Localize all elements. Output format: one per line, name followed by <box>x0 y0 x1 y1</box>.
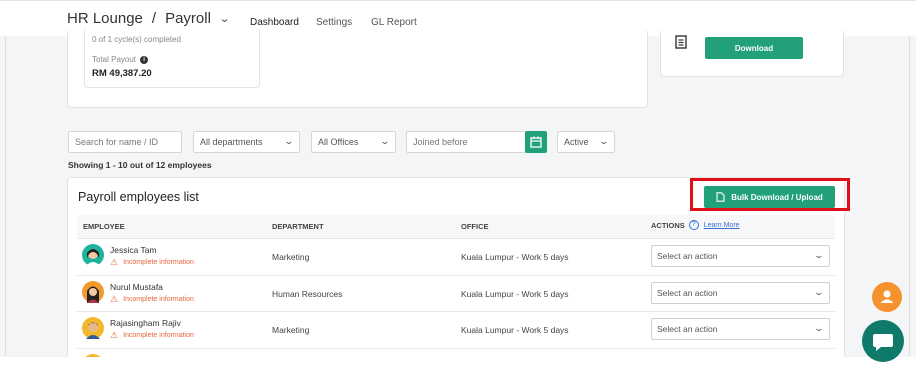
chat-fab[interactable] <box>862 320 904 362</box>
learn-more-link[interactable]: Learn More <box>704 222 740 229</box>
payout-summary-card: 0 of 1 cycle(s) completed Total Payout i… <box>84 29 260 88</box>
warning-icon: ⚠ <box>110 330 119 340</box>
department-select[interactable]: All departments ⌄ <box>193 131 300 153</box>
content-divider-left <box>5 36 6 356</box>
profile-fab[interactable] <box>872 282 902 312</box>
search-input[interactable]: Search for name / ID <box>68 131 182 153</box>
help-icon[interactable]: ? <box>688 220 699 230</box>
total-payout-label: Total Payout <box>92 55 137 64</box>
office-select[interactable]: All Offices ⌄ <box>311 131 396 153</box>
employee-department: Marketing <box>272 252 310 262</box>
highlight-box <box>690 178 850 211</box>
tab-dashboard[interactable]: Dashboard <box>250 17 299 28</box>
status-select[interactable]: Active ⌄ <box>557 131 615 153</box>
warning-icon: ⚠ <box>110 294 119 304</box>
download-button[interactable]: Download <box>705 37 803 59</box>
bottom-edge <box>0 357 916 369</box>
employee-office: Kuala Lumpur - Work 5 days <box>461 289 569 299</box>
avatar <box>82 281 104 303</box>
department-select-value: All departments <box>200 137 263 147</box>
action-select-value: Select an action <box>657 251 718 261</box>
chevron-down-icon: ⌄ <box>598 136 610 146</box>
summary-panel: 0 of 1 cycle(s) completed Total Payout i… <box>67 29 648 108</box>
action-select-value: Select an action <box>657 324 718 334</box>
employee-department: Human Resources <box>272 289 343 299</box>
incomplete-warning: ⚠ Incomplete information <box>110 257 194 268</box>
row-divider <box>77 311 835 312</box>
avatar <box>82 244 104 266</box>
row-divider <box>77 238 835 239</box>
employee-office: Kuala Lumpur - Work 5 days <box>461 252 569 262</box>
total-payout-label-row: Total Payout i <box>92 55 149 64</box>
warning-text: Incomplete information <box>123 259 194 266</box>
employee-name[interactable]: Rajasingham Rajiv <box>110 318 181 328</box>
calendar-button[interactable] <box>525 131 547 153</box>
chevron-down-icon: ⌄ <box>283 136 295 146</box>
avatar <box>82 317 104 339</box>
app-name[interactable]: HR Lounge <box>67 10 143 27</box>
employee-name[interactable]: Jessica Tam <box>110 245 157 255</box>
warning-icon: ⚠ <box>110 257 119 267</box>
chevron-down-icon: ⌄ <box>813 323 825 333</box>
warning-text: Incomplete information <box>123 296 194 303</box>
column-header-department: DEPARTMENT <box>272 222 324 231</box>
chevron-down-icon: ⌄ <box>379 136 391 146</box>
incomplete-warning: ⚠ Incomplete information <box>110 294 194 305</box>
total-payout-value: RM 49,387.20 <box>92 68 152 79</box>
employee-name[interactable]: Nurul Mustafa <box>110 282 163 292</box>
chevron-down-icon[interactable]: ⌄ <box>219 12 231 25</box>
download-card: Download <box>660 30 844 77</box>
showing-count-text: Showing 1 - 10 out of 12 employees <box>68 160 212 170</box>
action-select-value: Select an action <box>657 288 718 298</box>
column-header-actions-group: ACTIONS ? Learn More <box>651 220 740 230</box>
cycles-completed-text: 0 of 1 cycle(s) completed <box>92 35 181 44</box>
employee-office: Kuala Lumpur - Work 5 days <box>461 325 569 335</box>
tab-gl-report[interactable]: GL Report <box>371 17 417 28</box>
breadcrumb: HR Lounge / Payroll ⌄ <box>67 10 231 27</box>
action-select[interactable]: Select an action ⌄ <box>651 245 830 267</box>
user-icon <box>880 290 894 303</box>
action-select[interactable]: Select an action ⌄ <box>651 282 830 304</box>
row-divider <box>77 348 835 349</box>
office-select-value: All Offices <box>318 137 359 147</box>
breadcrumb-separator: / <box>151 10 157 27</box>
tab-settings[interactable]: Settings <box>316 17 352 28</box>
employee-department: Marketing <box>272 325 310 335</box>
warning-text: Incomplete information <box>123 332 194 339</box>
joined-before-input[interactable]: Joined before <box>406 131 526 153</box>
list-title: Payroll employees list <box>78 190 199 204</box>
info-icon[interactable]: i <box>140 55 149 64</box>
action-select[interactable]: Select an action ⌄ <box>651 318 830 340</box>
column-header-office: OFFICE <box>461 222 489 231</box>
incomplete-warning: ⚠ Incomplete information <box>110 330 194 341</box>
row-divider <box>77 275 835 276</box>
content-divider-right <box>909 36 910 356</box>
column-header-employee: EMPLOYEE <box>83 222 125 231</box>
section-name[interactable]: Payroll <box>165 10 211 27</box>
column-header-actions: ACTIONS <box>651 220 685 230</box>
document-icon <box>675 35 687 49</box>
chevron-down-icon: ⌄ <box>813 287 825 297</box>
calendar-icon <box>530 136 542 148</box>
chevron-down-icon: ⌄ <box>813 250 825 260</box>
chat-icon <box>873 334 893 351</box>
status-select-value: Active <box>564 137 589 147</box>
